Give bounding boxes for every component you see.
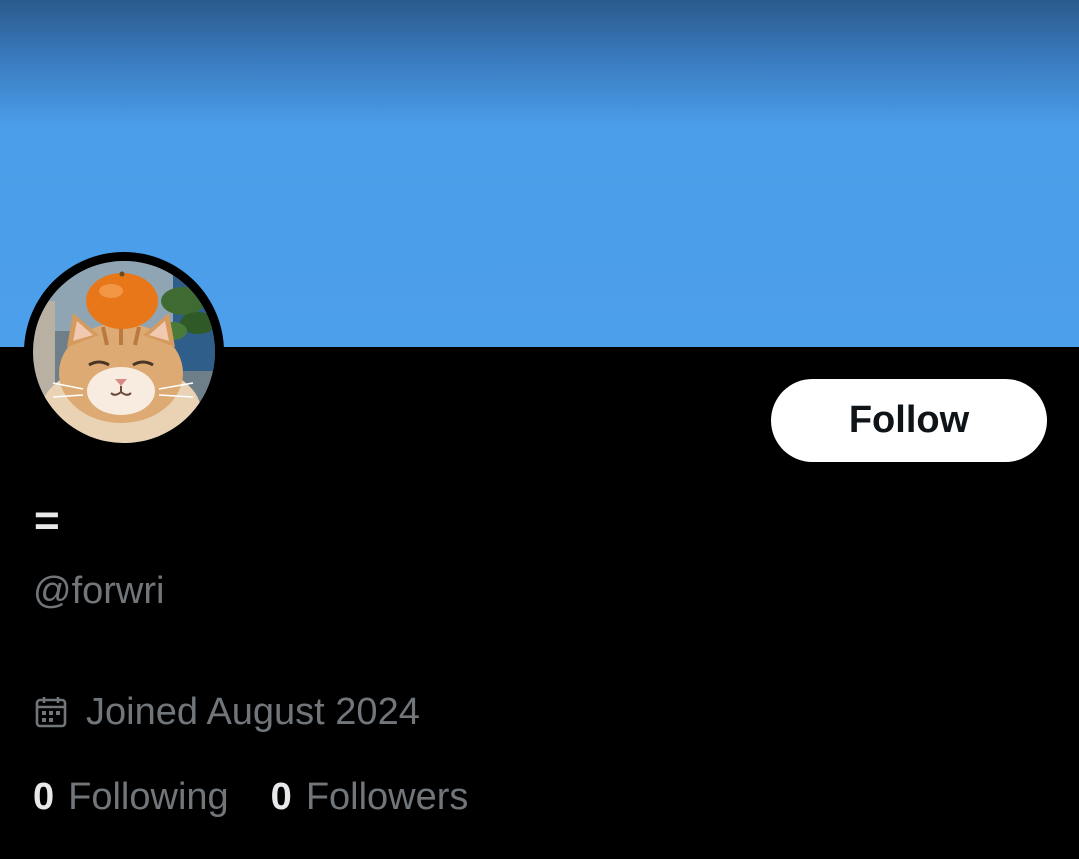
joined-date-row: Joined August 2024 [34,688,420,736]
follow-button[interactable]: Follow [771,379,1047,462]
followers-label: Followers [305,775,469,818]
follow-stats: 0 Following 0 Followers [33,773,468,821]
avatar[interactable] [24,252,224,452]
following-count: 0 [33,775,55,818]
avatar-photo [33,261,215,443]
followers-count: 0 [270,775,292,818]
profile-page: Follow = @forwri Joined August 2024 0 Fo… [0,0,1079,859]
joined-date-text: Joined August 2024 [86,690,420,733]
calendar-icon [34,695,68,729]
following-link[interactable]: 0 Following [33,776,229,819]
followers-link[interactable]: 0 Followers [271,776,469,819]
user-handle: @forwri [33,570,165,612]
following-label: Following [68,775,229,818]
display-name: = [34,496,60,545]
